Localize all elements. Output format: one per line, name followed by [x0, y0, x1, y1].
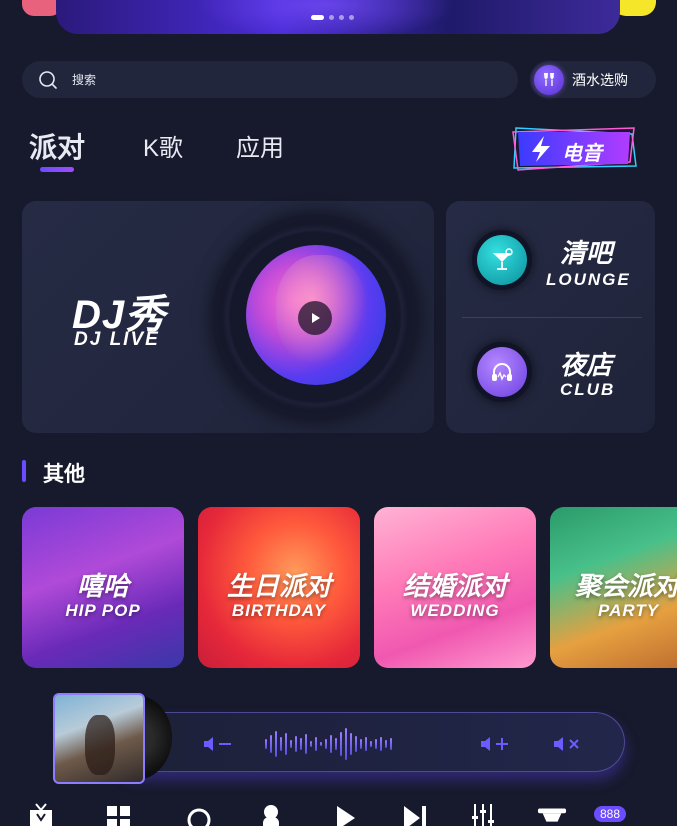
section-title: 其他 [43, 463, 85, 486]
category-subtitle: PARTY [598, 601, 660, 620]
wine-glass-icon [534, 64, 564, 95]
tab-indicator [40, 167, 74, 172]
category-card-hiphop[interactable]: 嘻哈 HIP POP [22, 507, 184, 668]
category-subtitle: WEDDING [410, 601, 500, 620]
banner-dot-active [311, 15, 324, 20]
equalizer-icon[interactable] [468, 802, 498, 826]
edm-label: 电音 [562, 143, 602, 165]
dj-show-subtitle: DJ LIVE [74, 329, 160, 350]
divider [462, 317, 642, 318]
section-marker [22, 460, 26, 482]
cocktail-icon [477, 235, 527, 285]
volume-up-icon[interactable] [480, 734, 510, 759]
grid-icon[interactable] [104, 802, 134, 826]
banner-dot [349, 15, 354, 20]
play-icon [312, 313, 320, 323]
audio-waveform [265, 727, 392, 761]
next-icon[interactable] [400, 802, 430, 826]
light-icon[interactable] [537, 802, 567, 826]
category-title: 结婚派对 [402, 571, 507, 601]
tab-party[interactable]: 派对 [29, 126, 85, 166]
category-card-party[interactable]: 聚会派对 PARTY [550, 507, 677, 668]
category-title: 聚会派对 [575, 571, 677, 601]
club-title: 夜店 [560, 350, 613, 380]
search-input[interactable]: 搜索 [22, 61, 518, 98]
notification-badge: 888 [594, 806, 627, 822]
banner-dot [329, 15, 334, 20]
gift-icon[interactable] [26, 802, 56, 826]
singer-icon[interactable] [256, 802, 286, 826]
club-subtitle: CLUB [560, 380, 616, 399]
category-title: 嘻哈 [76, 571, 129, 601]
tab-karaoke[interactable]: K歌 [143, 128, 183, 163]
category-subtitle: HIP POP [65, 601, 141, 620]
banner-pagination [311, 15, 354, 20]
lounge-subtitle: LOUNGE [546, 270, 631, 289]
headphones-icon [477, 347, 527, 397]
lounge-button[interactable] [472, 230, 532, 290]
drinks-shop-label: 酒水选购 [572, 71, 628, 88]
banner-dot [339, 15, 344, 20]
club-button[interactable] [472, 342, 532, 402]
lounge-title: 清吧 [560, 238, 613, 268]
drinks-shop-button[interactable]: 酒水选购 [530, 61, 656, 98]
play-button[interactable] [298, 301, 332, 335]
search-icon [39, 70, 57, 89]
category-subtitle: BIRTHDAY [231, 601, 327, 620]
play-icon[interactable] [330, 802, 360, 826]
edm-button[interactable]: 电音 [510, 124, 638, 172]
now-playing-cover[interactable] [53, 693, 145, 784]
category-title: 生日派对 [226, 571, 331, 601]
tab-apps[interactable]: 应用 [236, 128, 284, 163]
category-card-wedding[interactable]: 结婚派对 WEDDING [374, 507, 536, 668]
refresh-icon[interactable] [184, 802, 214, 826]
category-card-birthday[interactable]: 生日派对 BIRTHDAY [198, 507, 360, 668]
mute-icon[interactable] [553, 734, 583, 759]
volume-down-icon[interactable] [203, 734, 233, 759]
search-placeholder: 搜索 [72, 73, 97, 87]
